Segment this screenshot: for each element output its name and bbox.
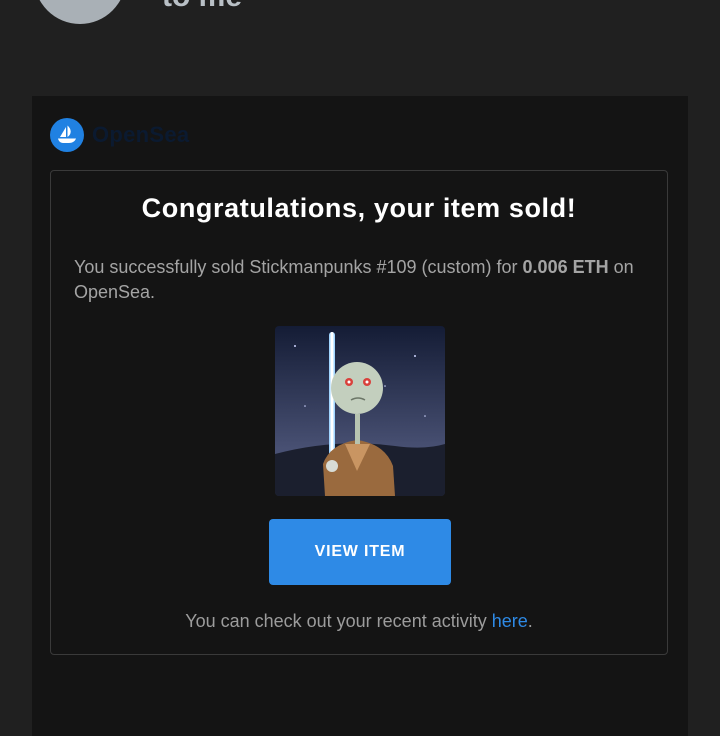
brand-name: OpenSea — [92, 122, 190, 147]
activity-note-suffix: . — [527, 611, 533, 631]
view-item-button[interactable]: VIEW ITEM — [269, 519, 451, 585]
nft-image[interactable] — [275, 326, 445, 496]
sale-message-prefix: You successfully sold Stickmanpunks #109… — [74, 257, 523, 277]
sender-avatar[interactable] — [34, 0, 126, 24]
sale-price: 0.006 ETH — [522, 257, 609, 277]
activity-note: You can check out your recent activity h… — [51, 611, 667, 632]
activity-link[interactable]: here — [492, 611, 528, 631]
email-body: OpenSea Congratulations, your item sold!… — [32, 96, 688, 736]
recipient-label: to me — [162, 0, 242, 14]
sale-message: You successfully sold Stickmanpunks #109… — [74, 255, 634, 305]
opensea-logo[interactable]: OpenSea — [50, 118, 189, 152]
activity-note-prefix: You can check out your recent activity — [185, 611, 492, 631]
page-title: Congratulations, your item sold! — [141, 193, 577, 223]
notification-card: Congratulations, your item sold! You suc… — [50, 170, 668, 655]
opensea-boat-icon — [50, 118, 84, 152]
